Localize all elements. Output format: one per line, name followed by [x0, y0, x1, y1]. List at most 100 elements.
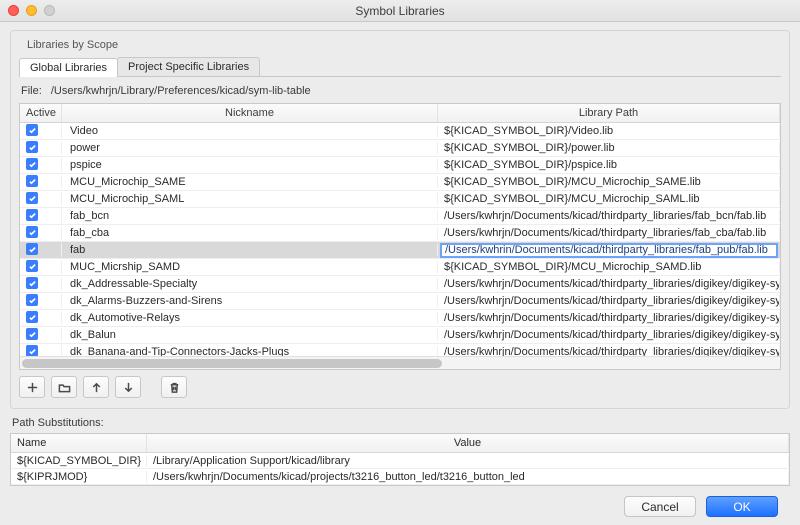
cell-nickname[interactable]: fab_cba [62, 227, 438, 239]
subs-col-value[interactable]: Value [147, 434, 789, 452]
active-checkbox[interactable] [26, 141, 38, 153]
cell-active[interactable] [20, 209, 62, 223]
scrollbar-thumb[interactable] [22, 359, 442, 368]
table-row[interactable]: dk_Banana-and-Tip-Connectors-Jacks-Plugs… [20, 344, 780, 356]
cell-sub-value: /Users/kwhrjn/Documents/kicad/projects/t… [147, 471, 789, 483]
subs-row: ${KIPRJMOD}/Users/kwhrjn/Documents/kicad… [11, 469, 789, 485]
path-subs-table: Name Value ${KICAD_SYMBOL_DIR}/Library/A… [10, 433, 790, 486]
tab-project-libraries[interactable]: Project Specific Libraries [117, 57, 260, 76]
table-row[interactable]: pspice${KICAD_SYMBOL_DIR}/pspice.lib [20, 157, 780, 174]
cell-path[interactable]: /Users/kwhrjn/Documents/kicad/thirdparty… [438, 210, 780, 222]
cell-active[interactable] [20, 294, 62, 308]
cell-path[interactable]: ${KICAD_SYMBOL_DIR}/pspice.lib [438, 159, 780, 171]
active-checkbox[interactable] [26, 209, 38, 221]
tab-global-libraries[interactable]: Global Libraries [19, 58, 118, 77]
active-checkbox[interactable] [26, 243, 38, 255]
folder-icon [58, 381, 71, 394]
table-row[interactable]: dk_Alarms-Buzzers-and-Sirens/Users/kwhrj… [20, 293, 780, 310]
table-row[interactable]: Video${KICAD_SYMBOL_DIR}/Video.lib [20, 123, 780, 140]
cell-nickname[interactable]: dk_Alarms-Buzzers-and-Sirens [62, 295, 438, 307]
table-row[interactable]: fab [20, 242, 780, 259]
col-active[interactable]: Active [20, 104, 62, 122]
active-checkbox[interactable] [26, 226, 38, 238]
cell-path-editing[interactable] [438, 243, 780, 258]
table-row[interactable]: MUC_Micrship_SAMD${KICAD_SYMBOL_DIR}/MCU… [20, 259, 780, 276]
table-row[interactable]: dk_Automotive-Relays/Users/kwhrjn/Docume… [20, 310, 780, 327]
cell-active[interactable] [20, 277, 62, 291]
cell-path[interactable]: /Users/kwhrjn/Documents/kicad/thirdparty… [438, 295, 780, 307]
arrow-down-icon [122, 381, 135, 394]
path-input[interactable] [440, 243, 778, 258]
table-row[interactable]: dk_Addressable-Specialty/Users/kwhrjn/Do… [20, 276, 780, 293]
cell-path[interactable]: ${KICAD_SYMBOL_DIR}/Video.lib [438, 125, 780, 137]
cell-active[interactable] [20, 192, 62, 206]
table-row[interactable]: MCU_Microchip_SAME${KICAD_SYMBOL_DIR}/MC… [20, 174, 780, 191]
table-header: Active Nickname Library Path [20, 104, 780, 123]
cell-active[interactable] [20, 226, 62, 240]
libraries-table: Active Nickname Library Path Video${KICA… [19, 103, 781, 370]
cell-nickname[interactable]: Video [62, 125, 438, 137]
cell-active[interactable] [20, 243, 62, 257]
cell-active[interactable] [20, 124, 62, 138]
cell-path[interactable]: /Users/kwhrjn/Documents/kicad/thirdparty… [438, 329, 780, 341]
move-up-button[interactable] [83, 376, 109, 398]
cell-nickname[interactable]: pspice [62, 159, 438, 171]
cell-nickname[interactable]: MCU_Microchip_SAML [62, 193, 438, 205]
browse-button[interactable] [51, 376, 77, 398]
cell-nickname[interactable]: dk_Balun [62, 329, 438, 341]
cell-active[interactable] [20, 141, 62, 155]
cell-nickname[interactable]: dk_Addressable-Specialty [62, 278, 438, 290]
cell-nickname[interactable]: MUC_Micrship_SAMD [62, 261, 438, 273]
cell-sub-name: ${KIPRJMOD} [11, 471, 147, 483]
cell-nickname[interactable]: power [62, 142, 438, 154]
horizontal-scrollbar[interactable] [20, 356, 780, 369]
cell-active[interactable] [20, 158, 62, 172]
table-row[interactable]: MCU_Microchip_SAML${KICAD_SYMBOL_DIR}/MC… [20, 191, 780, 208]
table-toolbar [19, 376, 781, 398]
cell-path[interactable]: ${KICAD_SYMBOL_DIR}/power.lib [438, 142, 780, 154]
cell-active[interactable] [20, 328, 62, 342]
cell-sub-name: ${KICAD_SYMBOL_DIR} [11, 455, 147, 467]
col-library-path[interactable]: Library Path [438, 104, 780, 122]
active-checkbox[interactable] [26, 345, 38, 356]
cell-path[interactable]: ${KICAD_SYMBOL_DIR}/MCU_Microchip_SAML.l… [438, 193, 780, 205]
active-checkbox[interactable] [26, 328, 38, 340]
active-checkbox[interactable] [26, 311, 38, 323]
col-nickname[interactable]: Nickname [62, 104, 438, 122]
cell-nickname[interactable]: fab_bcn [62, 210, 438, 222]
file-label: File: [21, 85, 42, 97]
cell-nickname[interactable]: MCU_Microchip_SAME [62, 176, 438, 188]
delete-button[interactable] [161, 376, 187, 398]
cell-path[interactable]: /Users/kwhrjn/Documents/kicad/thirdparty… [438, 312, 780, 324]
cell-path[interactable]: /Users/kwhrjn/Documents/kicad/thirdparty… [438, 346, 780, 356]
cell-sub-value: /Library/Application Support/kicad/libra… [147, 455, 789, 467]
active-checkbox[interactable] [26, 277, 38, 289]
active-checkbox[interactable] [26, 294, 38, 306]
cell-path[interactable]: ${KICAD_SYMBOL_DIR}/MCU_Microchip_SAMD.l… [438, 261, 780, 273]
cell-path[interactable]: /Users/kwhrjn/Documents/kicad/thirdparty… [438, 278, 780, 290]
table-row[interactable]: dk_Balun/Users/kwhrjn/Documents/kicad/th… [20, 327, 780, 344]
file-path-line: File: /Users/kwhrjn/Library/Preferences/… [19, 81, 781, 103]
cell-nickname[interactable]: dk_Automotive-Relays [62, 312, 438, 324]
trash-icon [168, 381, 181, 394]
cell-nickname[interactable]: dk_Banana-and-Tip-Connectors-Jacks-Plugs [62, 346, 438, 356]
cell-nickname[interactable]: fab [62, 244, 438, 256]
active-checkbox[interactable] [26, 158, 38, 170]
add-button[interactable] [19, 376, 45, 398]
cell-active[interactable] [20, 345, 62, 356]
table-row[interactable]: fab_cba/Users/kwhrjn/Documents/kicad/thi… [20, 225, 780, 242]
cell-path[interactable]: /Users/kwhrjn/Documents/kicad/thirdparty… [438, 227, 780, 239]
cell-path[interactable]: ${KICAD_SYMBOL_DIR}/MCU_Microchip_SAME.l… [438, 176, 780, 188]
table-row[interactable]: fab_bcn/Users/kwhrjn/Documents/kicad/thi… [20, 208, 780, 225]
cell-active[interactable] [20, 175, 62, 189]
table-row[interactable]: power${KICAD_SYMBOL_DIR}/power.lib [20, 140, 780, 157]
footer-buttons: Cancel OK [10, 486, 790, 517]
move-down-button[interactable] [115, 376, 141, 398]
cell-active[interactable] [20, 260, 62, 274]
active-checkbox[interactable] [26, 175, 38, 187]
active-checkbox[interactable] [26, 260, 38, 272]
cell-active[interactable] [20, 311, 62, 325]
subs-col-name[interactable]: Name [11, 434, 147, 452]
active-checkbox[interactable] [26, 192, 38, 204]
active-checkbox[interactable] [26, 124, 38, 136]
